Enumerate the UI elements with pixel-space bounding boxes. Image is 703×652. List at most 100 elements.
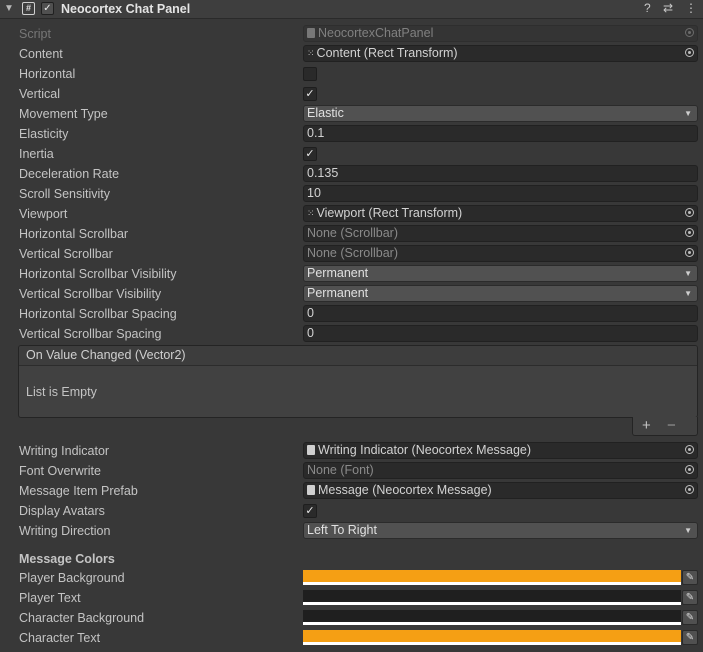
object-picker-icon[interactable] [685, 465, 694, 474]
font-overwrite-value: None (Font) [307, 463, 374, 477]
row-horizontal: Horizontal [0, 64, 703, 84]
display-avatars-checkbox[interactable]: ✓ [303, 504, 317, 518]
script-file-icon [307, 445, 315, 455]
script-label: Script [19, 27, 51, 41]
horizontal-scrollbar-visibility-dropdown[interactable]: Permanent ▼ [303, 265, 698, 282]
eyedropper-icon[interactable]: ✎ [682, 610, 698, 625]
content-value: Content (Rect Transform) [316, 46, 458, 60]
row-vertical-scrollbar: Vertical Scrollbar None (Scrollbar) [0, 244, 703, 264]
elasticity-label: Elasticity [19, 127, 69, 141]
script-file-icon [307, 28, 315, 38]
writing-indicator-object-field[interactable]: Writing Indicator (Neocortex Message) [303, 442, 698, 459]
elasticity-input[interactable]: 0.1 [303, 125, 698, 142]
vertical-scrollbar-spacing-input[interactable]: 0 [303, 325, 698, 342]
message-item-prefab-value: Message (Neocortex Message) [318, 483, 492, 497]
object-picker-icon[interactable] [685, 485, 694, 494]
vertical-scrollbar-value: None (Scrollbar) [307, 246, 399, 260]
component-enabled-checkbox[interactable]: ✓ [41, 2, 54, 15]
row-viewport: Viewport ⁙ Viewport (Rect Transform) [0, 204, 703, 224]
vertical-scrollbar-visibility-dropdown[interactable]: Permanent ▼ [303, 285, 698, 302]
movement-type-value: Elastic [307, 106, 344, 120]
row-horizontal-scrollbar-visibility: Horizontal Scrollbar Visibility Permanent… [0, 264, 703, 284]
writing-indicator-value: Writing Indicator (Neocortex Message) [318, 443, 532, 457]
row-deceleration-rate: Deceleration Rate 0.135 [0, 164, 703, 184]
eyedropper-icon[interactable]: ✎ [682, 570, 698, 585]
list-empty-text: List is Empty [26, 385, 97, 399]
row-movement-type: Movement Type Elastic ▼ [0, 104, 703, 124]
display-avatars-label: Display Avatars [19, 504, 105, 518]
font-overwrite-label: Font Overwrite [19, 464, 101, 478]
vertical-scrollbar-label: Vertical Scrollbar [19, 247, 113, 261]
horizontal-checkbox[interactable] [303, 67, 317, 81]
script-value: NeocortexChatPanel [318, 26, 434, 40]
row-message-item-prefab: Message Item Prefab Message (Neocortex Me… [0, 481, 703, 501]
player-background-color-field[interactable] [303, 570, 681, 585]
vertical-scrollbar-object-field[interactable]: None (Scrollbar) [303, 245, 698, 262]
component-header: ▼ # ✓ Neocortex Chat Panel ? ⇄ ⋮ [0, 0, 703, 19]
message-item-prefab-label: Message Item Prefab [19, 484, 138, 498]
script-file-icon [307, 485, 315, 495]
horizontal-label: Horizontal [19, 67, 76, 81]
horizontal-scrollbar-spacing-input[interactable]: 0 [303, 305, 698, 322]
dropdown-arrow-icon: ▼ [684, 109, 692, 118]
row-vertical: Vertical ✓ [0, 84, 703, 104]
font-overwrite-object-field[interactable]: None (Font) [303, 462, 698, 479]
character-text-color-field[interactable] [303, 630, 681, 645]
horizontal-scrollbar-visibility-label: Horizontal Scrollbar Visibility [19, 267, 177, 281]
player-background-label: Player Background [19, 571, 125, 585]
object-picker-icon[interactable] [685, 445, 694, 454]
presets-icon[interactable]: ⇄ [663, 1, 673, 15]
movement-type-label: Movement Type [19, 107, 108, 121]
horizontal-scrollbar-spacing-label: Horizontal Scrollbar Spacing [19, 307, 177, 321]
character-background-label: Character Background [19, 611, 145, 625]
object-picker-icon[interactable] [685, 48, 694, 57]
eyedropper-icon[interactable]: ✎ [682, 590, 698, 605]
row-inertia: Inertia ✓ [0, 144, 703, 164]
row-font-overwrite: Font Overwrite None (Font) [0, 461, 703, 481]
content-label: Content [19, 47, 63, 61]
player-text-label: Player Text [19, 591, 81, 605]
scroll-sensitivity-input[interactable]: 10 [303, 185, 698, 202]
on-value-changed-event: On Value Changed (Vector2) List is Empty [18, 345, 698, 418]
horizontal-scrollbar-label: Horizontal Scrollbar [19, 227, 129, 241]
row-writing-direction: Writing Direction Left To Right ▼ [0, 521, 703, 541]
eyedropper-icon[interactable]: ✎ [682, 630, 698, 645]
object-picker-icon[interactable] [685, 228, 694, 237]
inertia-checkbox[interactable]: ✓ [303, 147, 317, 161]
movement-type-dropdown[interactable]: Elastic ▼ [303, 105, 698, 122]
message-item-prefab-object-field[interactable]: Message (Neocortex Message) [303, 482, 698, 499]
viewport-object-field[interactable]: ⁙ Viewport (Rect Transform) [303, 205, 698, 222]
deceleration-rate-label: Deceleration Rate [19, 167, 120, 181]
component-title: Neocortex Chat Panel [61, 2, 191, 16]
remove-listener-button[interactable]: − [667, 417, 676, 434]
object-picker-icon[interactable] [685, 208, 694, 217]
horizontal-scrollbar-visibility-value: Permanent [307, 266, 369, 280]
rect-transform-icon: ⁙ [307, 208, 315, 218]
vertical-label: Vertical [19, 87, 60, 101]
horizontal-scrollbar-value: None (Scrollbar) [307, 226, 399, 240]
content-object-field[interactable]: ⁙ Content (Rect Transform) [303, 45, 698, 62]
foldout-triangle-icon[interactable]: ▼ [4, 3, 14, 14]
row-horizontal-scrollbar: Horizontal Scrollbar None (Scrollbar) [0, 224, 703, 244]
vertical-scrollbar-visibility-label: Vertical Scrollbar Visibility [19, 287, 162, 301]
row-scroll-sensitivity: Scroll Sensitivity 10 [0, 184, 703, 204]
object-picker-icon [685, 28, 694, 37]
vertical-checkbox[interactable]: ✓ [303, 87, 317, 101]
help-icon[interactable]: ? [644, 1, 651, 15]
player-text-color-field[interactable] [303, 590, 681, 605]
add-listener-button[interactable]: + [642, 417, 651, 434]
row-script: Script NeocortexChatPanel [0, 24, 703, 44]
deceleration-rate-input[interactable]: 0.135 [303, 165, 698, 182]
dropdown-arrow-icon: ▼ [684, 526, 692, 535]
row-player-background: Player Background ✎ [0, 568, 703, 588]
context-menu-icon[interactable]: ⋮ [685, 1, 697, 15]
viewport-value: Viewport (Rect Transform) [316, 206, 463, 220]
inertia-label: Inertia [19, 147, 54, 161]
row-character-background: Character Background ✎ [0, 608, 703, 628]
object-picker-icon[interactable] [685, 248, 694, 257]
character-background-color-field[interactable] [303, 610, 681, 625]
horizontal-scrollbar-object-field[interactable]: None (Scrollbar) [303, 225, 698, 242]
row-horizontal-scrollbar-spacing: Horizontal Scrollbar Spacing 0 [0, 304, 703, 324]
writing-direction-dropdown[interactable]: Left To Right ▼ [303, 522, 698, 539]
writing-direction-label: Writing Direction [19, 524, 111, 538]
